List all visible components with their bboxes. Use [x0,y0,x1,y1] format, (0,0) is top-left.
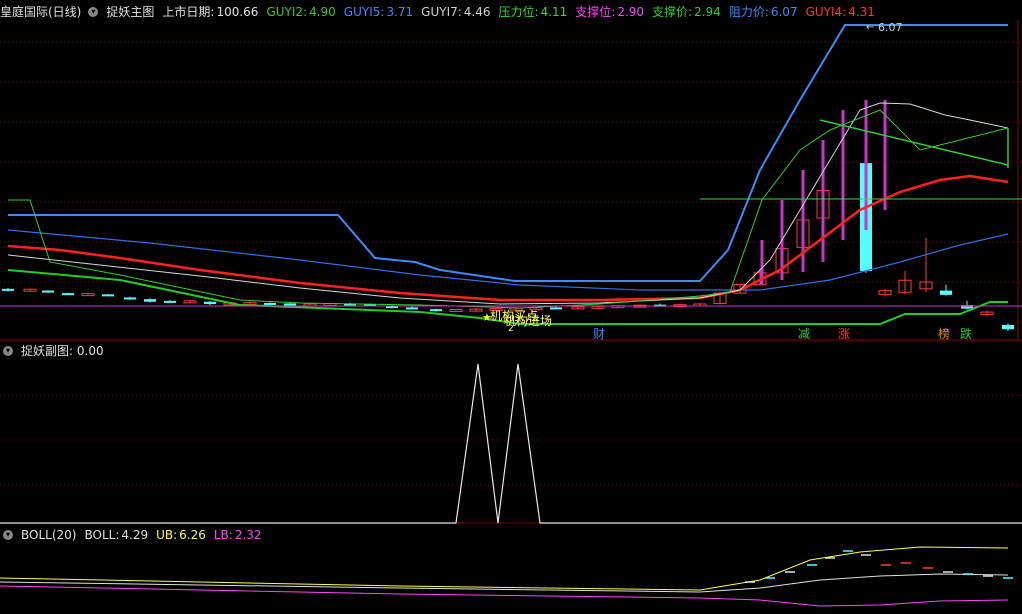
chevron-down-icon[interactable]: ▾ [88,7,99,17]
sub-indicator-line [0,363,1022,524]
peak-arrow-icon: ← [866,22,875,33]
boll-field-1: UB: 6.26 [156,528,206,542]
boll-ub-line [0,546,1009,591]
sub-header: ▾ 捉妖副图 : 0.00 [0,342,112,360]
signal-jian: 减 [798,327,811,341]
main-field-label: GUYI4: [805,5,847,19]
candle-body-down [204,301,216,304]
main-field-1: GUYI2: 4.90 [266,5,335,19]
boll-field-value: 2.32 [234,528,262,542]
candle-body-down [264,302,276,305]
candle-body-down [62,293,74,296]
main-field-label: 支撑位: [575,5,616,19]
main-field-4: 压力位: 4.11 [499,5,568,19]
main-field-value: 4.90 [309,5,336,19]
signal-bang: 榜 [938,327,951,341]
main-field-0: 上市日期: 100.66 [162,5,258,19]
chart-canvas [0,20,1022,607]
main-field-3: GUYI7: 4.46 [421,5,490,19]
boll-field-2: LB: 2.32 [214,528,262,542]
candle-body-down [102,294,114,297]
boll-indicator-name[interactable]: BOLL(20) [21,526,76,544]
chevron-down-icon[interactable]: ▾ [3,530,13,540]
main-field-5: 支撑位: 2.90 [575,5,644,19]
upper-band-line [819,119,1009,166]
candle-body-down [406,307,418,310]
chevron-down-icon[interactable]: ▾ [3,346,13,356]
signal-die: 跌 [960,327,973,341]
main-field-2: GUYI5: 3.71 [344,5,413,19]
main-field-value: 6.07 [770,5,798,19]
guyi5-line [7,229,1009,291]
institution-buy-label: 机构买点 [490,309,539,323]
main-field-label: GUYI7: [421,5,462,19]
marker-2: 2 [508,324,514,334]
main-field-label: 上市日期: [162,5,215,19]
sub-indicator-name[interactable]: 捉妖副图 [21,342,69,360]
boll-field-value: 6.26 [179,528,206,542]
guyi4-line [7,174,1009,302]
guyi7-line [7,102,1009,305]
sub-indicator-value: : 0.00 [69,344,104,358]
candle-body-down [430,309,442,312]
main-field-label: GUYI5: [343,5,385,19]
boll-header: ▾ BOLL(20) BOLL: 4.29 UB: 6.26 LB: 2.32 [0,526,270,544]
candle-body-down [284,303,296,306]
boll-field-label: BOLL: [84,528,120,542]
main-field-6: 支撑价: 2.94 [652,5,721,19]
boll-field-label: LB: [213,528,233,542]
candle-body-down [2,288,14,291]
boll-fields: BOLL: 4.29 UB: 6.26 LB: 2.32 [84,526,269,544]
candle-body-down [164,300,176,303]
signal-cai: 财 [593,327,606,341]
candle-body-down [940,290,952,295]
main-field-value: 4.31 [848,5,875,19]
signal-zhang: 涨 [838,327,851,341]
main-field-label: 支撑价: [652,5,693,19]
main-field-label: GUYI2: [266,5,308,19]
candle-body-down [124,297,136,300]
main-header: 皇庭国际(日线) ▾ 捉妖主图 上市日期: 100.66 GUYI2: 4.90 GUY… [0,3,883,21]
candle-body-down [550,307,562,310]
boll-field-label: UB: [156,528,178,542]
main-indicator-fields: 上市日期: 100.66 GUYI2: 4.90 GUYI5: 3.71 GUYI7: 4.4… [162,3,883,21]
main-field-value: 3.71 [386,5,414,19]
main-field-label: 压力位: [498,5,539,19]
main-field-value: 2.94 [694,5,721,19]
main-field-value: 100.66 [216,5,259,19]
boll-field-0: BOLL: 4.29 [84,528,148,542]
stock-name: 皇庭国际(日线) [0,5,82,19]
main-field-8: GUYI4: 4.31 [806,5,875,19]
main-field-label: 阻力价: [728,5,769,19]
candle-body-down [144,299,156,302]
main-indicator-name[interactable]: 捉妖主图 [106,3,154,21]
main-field-value: 4.46 [463,5,491,19]
boll-field-value: 4.29 [121,528,149,542]
candle-body-down [42,290,54,293]
candle-body-down [1002,324,1014,330]
main-field-value: 4.11 [540,5,568,19]
peak-price-label: 6.07 [878,21,903,34]
guyi2-line [8,109,1009,309]
main-field-value: 2.90 [617,5,645,19]
main-field-7: 阻力价: 6.07 [729,5,798,19]
resistance-price-line [8,24,1008,282]
